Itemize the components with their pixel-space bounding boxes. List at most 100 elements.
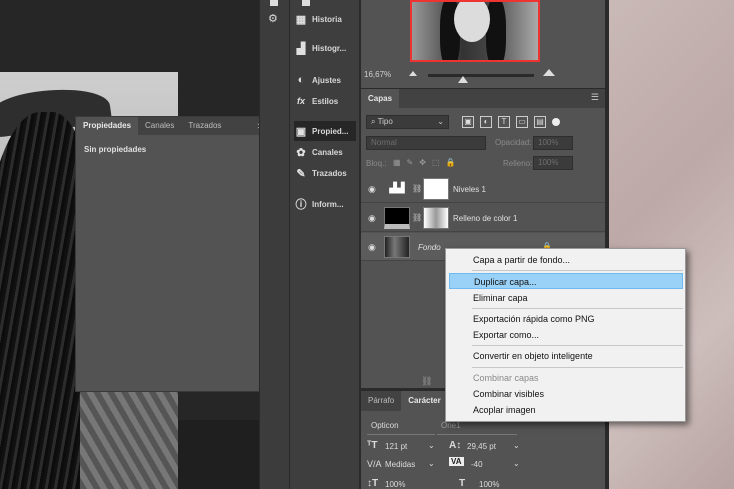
background-thumbnail[interactable] [384,236,410,258]
zoom-out-icon[interactable] [409,71,417,76]
layer-name[interactable]: Fondo [418,243,441,252]
layer-row[interactable]: ◉ ▟▟ ⛓ Niveles 1 [361,175,605,203]
menu-item-flatten-image[interactable]: Acoplar imagen [449,402,683,418]
menu-item-layer-from-background[interactable]: Capa a partir de fondo... [449,252,683,268]
layers-panel-menu-icon[interactable]: ☰ [591,92,599,103]
vertical-scale-icon: ↕T [367,478,379,489]
menu-item-quick-export-png[interactable]: Exportación rápida como PNG [449,311,683,327]
chevron-down-icon[interactable]: ⌄ [513,459,520,468]
font-family-select[interactable]: Opticon [371,421,399,430]
menu-item-convert-smart-object[interactable]: Convertir en objeto inteligente [449,348,683,364]
fill-field[interactable]: 100% [533,156,573,170]
dock-handle-icon[interactable] [302,0,310,6]
tab-channels[interactable]: Canales [138,117,181,135]
dock-item-label: Propied... [312,126,349,136]
fill-label: Relleno: [503,159,533,168]
lock-label: Bloq.: [366,159,387,168]
layer-name[interactable]: Niveles 1 [453,185,486,194]
dock-item-label: Histogr... [312,43,347,53]
filter-kind-select[interactable]: ⌕ Tipo ⌄ [366,115,449,129]
chevron-down-icon[interactable]: ⌄ [428,441,435,450]
dock-item-styles[interactable]: fx Estilos [294,91,356,111]
levels-adjustment-icon: ▟▟ [384,178,410,200]
filter-kind-value: Tipo [377,117,393,126]
dock-item-properties[interactable]: ▣ Propied... [294,121,356,141]
dock-item-label: Ajustes [312,75,341,85]
menu-separator [472,308,683,309]
pixel-filter-icon[interactable]: ▣ [462,116,474,128]
font-size-field[interactable]: 121 pt [385,442,407,451]
adjustments-icon: ◐ [297,74,305,86]
properties-panel: Propiedades Canales Trazados >> ☰ Sin pr… [75,116,288,392]
dock-item-history[interactable]: ▦ Historia [294,9,356,29]
lock-icons[interactable]: ▦✎✥⬚🔒 [393,158,461,167]
chevron-down-icon: ⌄ [437,117,444,126]
layer-row[interactable]: ◉ ⛓ Relleno de color 1 [361,204,605,232]
tab-properties[interactable]: Propiedades [76,117,139,135]
chevron-down-icon[interactable]: ⌄ [513,441,520,450]
font-style-select[interactable]: One1 [441,421,461,430]
paths-icon: ✎ [296,167,306,180]
menu-item-export-as[interactable]: Exportar como... [449,327,683,343]
font-size-icon: ᵀT [367,440,378,451]
histogram-icon: ▟ [296,42,306,55]
dock-item-adjustments[interactable]: ◐ Ajustes [294,70,356,90]
menu-item-delete-layer[interactable]: Eliminar capa [449,290,683,306]
menu-item-merge-visible[interactable]: Combinar visibles [449,386,683,402]
blend-mode-select[interactable]: Normal [366,136,486,150]
properties-tabs: Propiedades Canales Trazados >> ☰ [76,117,287,135]
type-filter-icon[interactable]: T [498,116,510,128]
dock-item-label: Historia [312,14,342,24]
smartobject-filter-icon[interactable]: ▤ [534,116,546,128]
visibility-eye-icon[interactable]: ◉ [368,213,376,224]
link-chain-icon[interactable]: ⛓ [412,184,422,193]
channels-icon: ✿ [296,146,306,159]
kerning-field[interactable]: Medidas [385,460,415,469]
vertical-scale-field[interactable]: 100% [385,480,405,489]
dock-item-label: Inform... [312,199,344,209]
menu-separator [472,270,683,271]
styles-icon: fx [296,96,305,106]
font-family-underline [367,434,435,435]
zoom-slider-thumb[interactable] [457,76,468,83]
menu-item-merge-layers: Combinar capas [473,373,539,383]
strip-handle-icon[interactable] [270,0,278,6]
tab-paths[interactable]: Trazados [181,117,228,135]
tab-paragraph[interactable]: Párrafo [361,391,401,411]
color-fill-thumbnail[interactable] [384,207,410,229]
sliders-icon[interactable]: ⚙ [268,12,278,25]
dock-item-histogram[interactable]: ▟ Histogr... [294,38,356,58]
history-icon: ▦ [295,13,307,26]
tab-character[interactable]: Carácter [401,391,448,411]
zoom-slider[interactable] [428,74,534,77]
leading-field[interactable]: 29,45 pt [467,442,496,451]
dock-item-channels[interactable]: ✿ Canales [294,142,356,162]
tracking-field[interactable]: -40 [471,460,483,469]
zoom-level[interactable]: 16,67% [364,70,391,79]
dock-item-label: Canales [312,147,343,157]
horizontal-scale-field[interactable]: 100% [479,480,499,489]
adjustment-filter-icon[interactable]: ◐ [480,116,492,128]
shape-filter-icon[interactable]: ▭ [516,116,528,128]
link-chain-icon[interactable]: ⛓ [412,213,422,222]
search-icon: ⌕ [371,117,376,126]
visibility-eye-icon[interactable]: ◉ [368,184,376,195]
filter-toggle-icon[interactable] [552,118,560,126]
navigator-thumbnail[interactable] [410,0,540,62]
layers-tabs: Capas ☰ [361,89,605,108]
dock-item-info[interactable]: ⓘ Inform... [294,194,356,214]
tab-layers[interactable]: Capas [361,89,400,108]
layer-filter-icons: ▣ ◐ T ▭ ▤ [462,116,560,128]
kerning-icon: V/A [367,459,382,469]
zoom-in-icon[interactable] [543,69,555,76]
layer-name[interactable]: Relleno de color 1 [453,214,517,223]
layer-mask-thumbnail[interactable] [423,207,449,229]
layer-mask-thumbnail[interactable] [423,178,449,200]
opacity-field[interactable]: 100% [533,136,573,150]
chevron-down-icon[interactable]: ⌄ [428,459,435,468]
menu-item-duplicate-layer[interactable]: Duplicar capa... [449,273,683,289]
font-style-underline [437,434,517,435]
dock-item-paths[interactable]: ✎ Trazados [294,163,356,183]
tool-options-strip: ⚙ [259,0,289,489]
visibility-eye-icon[interactable]: ◉ [368,242,376,253]
